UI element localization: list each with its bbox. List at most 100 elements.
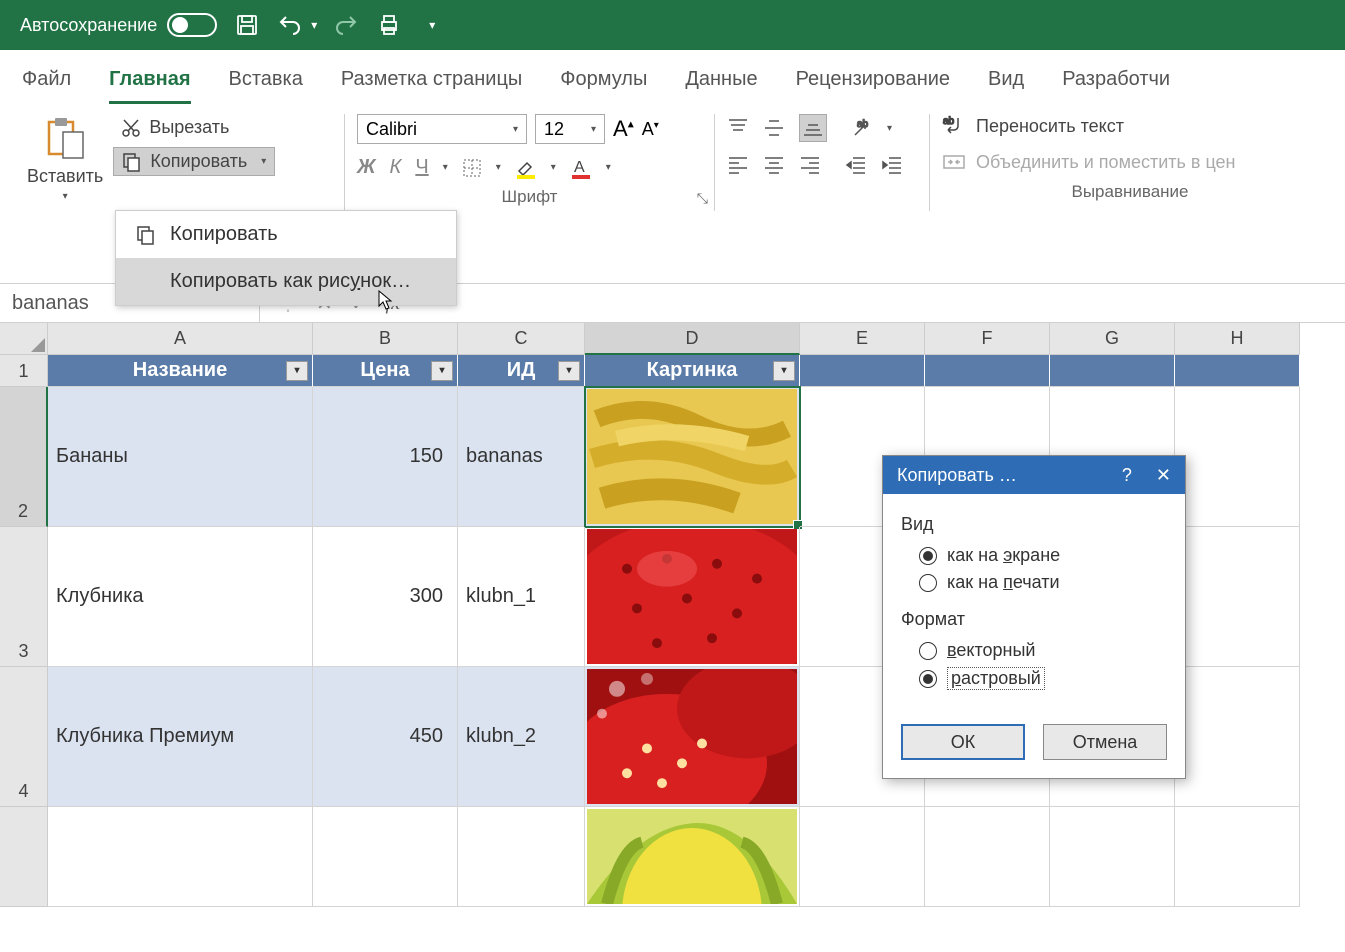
increase-font-icon[interactable]: A▴ <box>613 116 634 142</box>
chevron-down-icon[interactable]: ▾ <box>311 18 317 32</box>
copy-button[interactable]: Копировать ▾ <box>113 147 275 176</box>
tab-data[interactable]: Данные <box>685 68 757 104</box>
cut-button[interactable]: Вырезать <box>113 114 275 141</box>
cell[interactable]: Клубника <box>48 527 313 667</box>
cell[interactable] <box>800 355 925 387</box>
save-icon[interactable] <box>235 13 259 37</box>
align-left-icon[interactable] <box>727 154 749 176</box>
cell-image-corn[interactable] <box>585 807 800 907</box>
decrease-font-icon[interactable]: A▾ <box>642 119 659 140</box>
paste-button[interactable]: Вставить ▾ <box>27 114 103 202</box>
filter-icon[interactable]: ▾ <box>773 361 795 381</box>
font-name-select[interactable]: Calibri ▾ <box>357 114 527 144</box>
tab-file[interactable]: Файл <box>22 68 71 104</box>
tab-developer[interactable]: Разработчи <box>1062 68 1170 104</box>
tab-insert[interactable]: Вставка <box>229 68 303 104</box>
orientation-icon[interactable]: ab <box>851 117 873 139</box>
menu-item-copy[interactable]: Копировать <box>116 211 456 258</box>
col-header[interactable]: B <box>313 323 458 355</box>
cell[interactable] <box>1050 355 1175 387</box>
decrease-indent-icon[interactable] <box>845 154 867 176</box>
wrap-text-button[interactable]: ab Переносить текст <box>942 114 1318 138</box>
cell[interactable] <box>1175 355 1300 387</box>
increase-indent-icon[interactable] <box>881 154 903 176</box>
align-bottom-icon[interactable] <box>799 114 827 142</box>
cell[interactable] <box>925 355 1050 387</box>
table-header-price[interactable]: Цена▾ <box>313 355 458 387</box>
radio-vector[interactable]: векторный <box>919 640 1167 661</box>
cell[interactable]: klubn_1 <box>458 527 585 667</box>
cell[interactable]: 450 <box>313 667 458 807</box>
cell[interactable] <box>1175 527 1300 667</box>
cell[interactable]: Клубника Премиум <box>48 667 313 807</box>
tab-formulas[interactable]: Формулы <box>560 68 647 104</box>
font-color-icon[interactable]: А <box>570 157 592 179</box>
col-header[interactable]: D <box>585 323 800 355</box>
table-header-picture[interactable]: Картинка▾ <box>585 355 800 387</box>
cancel-button[interactable]: Отмена <box>1043 724 1167 760</box>
menu-item-copy-as-picture[interactable]: Копировать как рисунок… <box>116 258 456 305</box>
filter-icon[interactable]: ▾ <box>558 361 580 381</box>
col-header[interactable]: E <box>800 323 925 355</box>
table-header-name[interactable]: Название▾ <box>48 355 313 387</box>
autosave-toggle[interactable]: Автосохранение <box>20 13 217 37</box>
cell[interactable] <box>1175 387 1300 527</box>
cell[interactable]: Бананы <box>48 387 313 527</box>
row-header[interactable]: 4 <box>0 667 48 807</box>
row-header[interactable] <box>0 807 48 907</box>
row-header[interactable]: 3 <box>0 527 48 667</box>
filter-icon[interactable]: ▾ <box>431 361 453 381</box>
tab-home[interactable]: Главная <box>109 68 190 104</box>
align-center-icon[interactable] <box>763 154 785 176</box>
dialog-titlebar[interactable]: Копировать … ? ✕ <box>883 456 1185 494</box>
borders-icon[interactable] <box>462 158 482 178</box>
cell[interactable] <box>313 807 458 907</box>
print-icon[interactable] <box>377 13 401 37</box>
tab-layout[interactable]: Разметка страницы <box>341 68 522 104</box>
cell-image-strawberry-premium[interactable] <box>585 667 800 807</box>
row-header[interactable]: 1 <box>0 355 48 387</box>
close-icon[interactable]: ✕ <box>1156 465 1171 486</box>
col-header[interactable]: H <box>1175 323 1300 355</box>
undo-icon[interactable] <box>277 13 301 37</box>
redo-icon[interactable] <box>335 13 359 37</box>
select-all-corner[interactable] <box>0 323 48 355</box>
cell[interactable]: 150 <box>313 387 458 527</box>
underline-icon[interactable]: Ч <box>415 156 428 179</box>
radio-raster[interactable]: растровый <box>919 667 1167 690</box>
chevron-down-icon[interactable]: ▾ <box>429 18 435 32</box>
col-header[interactable]: C <box>458 323 585 355</box>
radio-as-on-screen[interactable]: как на экране <box>919 545 1167 566</box>
cell[interactable] <box>1175 807 1300 907</box>
col-header[interactable]: A <box>48 323 313 355</box>
cell[interactable]: bananas <box>458 387 585 527</box>
cell[interactable]: klubn_2 <box>458 667 585 807</box>
dialog-launcher-icon[interactable]: ⤡ <box>697 190 708 207</box>
tab-view[interactable]: Вид <box>988 68 1024 104</box>
ok-button[interactable]: ОК <box>901 724 1025 760</box>
col-header[interactable]: G <box>1050 323 1175 355</box>
row-header[interactable]: 2 <box>0 387 48 527</box>
toggle-switch-icon[interactable] <box>167 13 217 37</box>
radio-as-on-print[interactable]: как на печати <box>919 572 1167 593</box>
align-right-icon[interactable] <box>799 154 821 176</box>
align-middle-icon[interactable] <box>763 117 785 139</box>
cell[interactable] <box>458 807 585 907</box>
bold-icon[interactable]: Ж <box>357 156 376 179</box>
tab-review[interactable]: Рецензирование <box>796 68 950 104</box>
cell[interactable] <box>48 807 313 907</box>
table-header-id[interactable]: ИД▾ <box>458 355 585 387</box>
font-size-select[interactable]: 12 ▾ <box>535 114 605 144</box>
italic-icon[interactable]: К <box>390 156 402 179</box>
align-top-icon[interactable] <box>727 117 749 139</box>
cell-image-strawberry[interactable] <box>585 527 800 667</box>
cell[interactable] <box>800 807 925 907</box>
cell-image-bananas[interactable] <box>585 387 800 527</box>
cell[interactable]: 300 <box>313 527 458 667</box>
merge-center-button[interactable]: Объединить и поместить в цен <box>942 150 1318 174</box>
help-icon[interactable]: ? <box>1122 465 1132 486</box>
cell[interactable] <box>1050 807 1175 907</box>
cell[interactable] <box>1175 667 1300 807</box>
cell[interactable] <box>925 807 1050 907</box>
fill-color-icon[interactable] <box>515 157 537 179</box>
